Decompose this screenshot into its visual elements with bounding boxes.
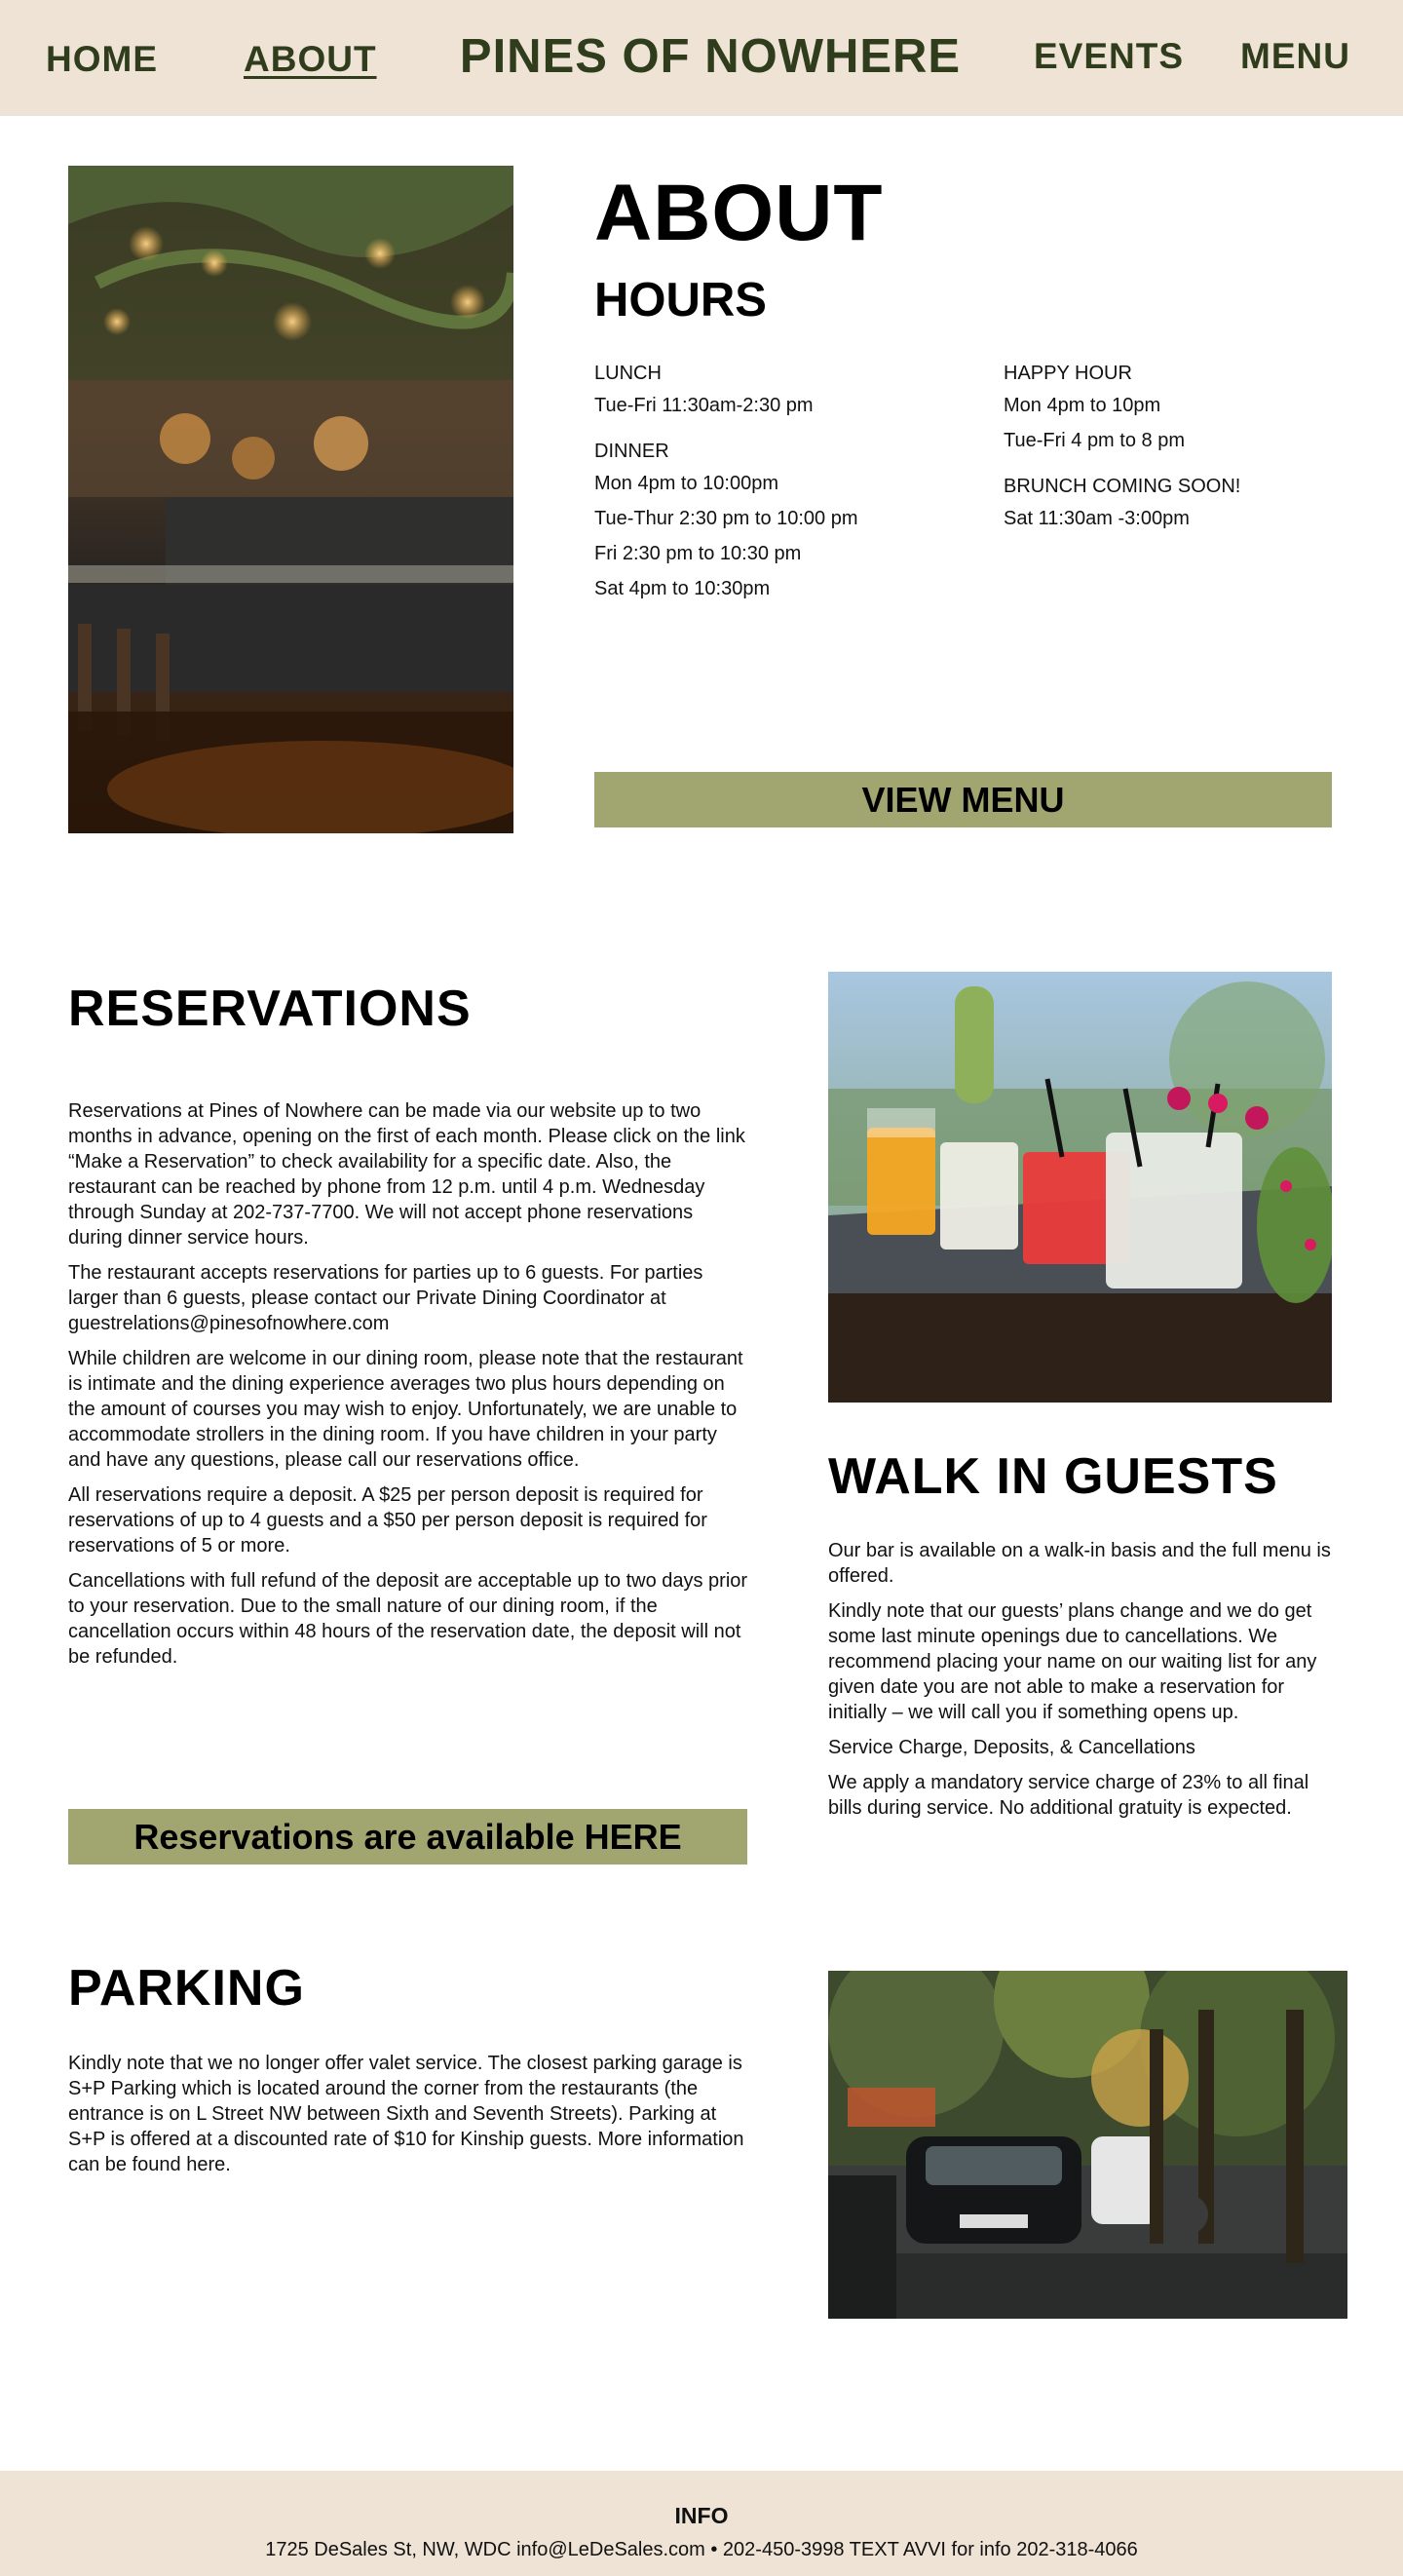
hours-group-brunch: BRUNCH COMING SOON! Sat 11:30am -3:00pm bbox=[1004, 476, 1374, 532]
hours-group-title: BRUNCH COMING SOON! bbox=[1004, 476, 1241, 497]
cocktails-photo bbox=[828, 972, 1332, 1403]
hours-group-happy-hour: HAPPY HOUR Mon 4pm to 10pm Tue-Fri 4 pm … bbox=[1004, 363, 1374, 454]
parking-paragraph: Kindly note that we no longer offer vale… bbox=[68, 2053, 744, 2175]
hours-line: Tue-Fri 4 pm to 8 pm bbox=[1004, 430, 1185, 451]
restaurant-bar-photo bbox=[68, 166, 513, 833]
street-parking-photo bbox=[828, 1971, 1347, 2319]
walk-in-paragraph: Service Charge, Deposits, & Cancellation… bbox=[828, 1737, 1195, 1758]
parking-heading: PARKING bbox=[68, 1960, 305, 2017]
nav-menu-link[interactable]: MENU bbox=[1240, 36, 1350, 77]
reservations-heading: RESERVATIONS bbox=[68, 980, 472, 1037]
footer-contact-line: 1725 DeSales St, NW, WDC info@LeDeSales.… bbox=[265, 2539, 1138, 2560]
reservations-text: Reservations at Pines of Nowhere can be … bbox=[68, 1098, 750, 1679]
hours-line: Tue-Thur 2:30 pm to 10:00 pm bbox=[594, 508, 858, 529]
hours-heading: HOURS bbox=[594, 274, 767, 327]
reservations-paragraph: Cancellations with full refund of the de… bbox=[68, 1570, 748, 1668]
site-footer: INFO 1725 DeSales St, NW, WDC info@LeDeS… bbox=[0, 2471, 1403, 2576]
hours-group-lunch: LUNCH Tue-Fri 11:30am-2:30 pm bbox=[594, 363, 984, 419]
hours-group-dinner: DINNER Mon 4pm to 10:00pm Tue-Thur 2:30 … bbox=[594, 441, 984, 602]
hours-group-title: LUNCH bbox=[594, 363, 662, 384]
view-menu-button[interactable]: VIEW MENU bbox=[594, 772, 1332, 827]
walk-in-paragraph: We apply a mandatory service charge of 2… bbox=[828, 1772, 1309, 1819]
hours-group-title: HAPPY HOUR bbox=[1004, 363, 1132, 384]
hours-right-column: HAPPY HOUR Mon 4pm to 10pm Tue-Fri 4 pm … bbox=[1004, 363, 1374, 554]
reservations-paragraph: While children are welcome in our dining… bbox=[68, 1348, 743, 1471]
hours-line: Mon 4pm to 10:00pm bbox=[594, 473, 778, 494]
parking-text: Kindly note that we no longer offer vale… bbox=[68, 2051, 750, 2187]
nav-about-link[interactable]: ABOUT bbox=[244, 39, 377, 80]
hours-line: Fri 2:30 pm to 10:30 pm bbox=[594, 543, 802, 564]
footer-title: INFO bbox=[674, 2503, 729, 2528]
walk-in-text: Our bar is available on a walk-in basis … bbox=[828, 1538, 1332, 1830]
walk-in-paragraph: Our bar is available on a walk-in basis … bbox=[828, 1540, 1331, 1587]
site-brand-title[interactable]: PINES OF NOWHERE bbox=[457, 29, 964, 84]
hours-line: Sat 4pm to 10:30pm bbox=[594, 578, 771, 599]
reservations-paragraph: All reservations require a deposit. A $2… bbox=[68, 1484, 707, 1557]
hours-line: Sat 11:30am -3:00pm bbox=[1004, 508, 1190, 529]
site-header: HOME ABOUT PINES OF NOWHERE EVENTS MENU bbox=[0, 0, 1403, 116]
nav-home-link[interactable]: HOME bbox=[46, 39, 158, 80]
nav-events-link[interactable]: EVENTS bbox=[1034, 36, 1184, 77]
walk-in-heading: WALK IN GUESTS bbox=[828, 1448, 1278, 1505]
about-heading: ABOUT bbox=[594, 169, 884, 257]
walk-in-paragraph: Kindly note that our guests’ plans chang… bbox=[828, 1600, 1317, 1723]
hours-left-column: LUNCH Tue-Fri 11:30am-2:30 pm DINNER Mon… bbox=[594, 363, 984, 624]
hours-line: Tue-Fri 11:30am-2:30 pm bbox=[594, 395, 814, 416]
reservations-here-button[interactable]: Reservations are available HERE bbox=[68, 1809, 747, 1865]
reservations-paragraph: Reservations at Pines of Nowhere can be … bbox=[68, 1100, 745, 1249]
reservations-paragraph: The restaurant accepts reservations for … bbox=[68, 1262, 703, 1334]
hours-line: Mon 4pm to 10pm bbox=[1004, 395, 1161, 416]
hours-group-title: DINNER bbox=[594, 441, 669, 462]
